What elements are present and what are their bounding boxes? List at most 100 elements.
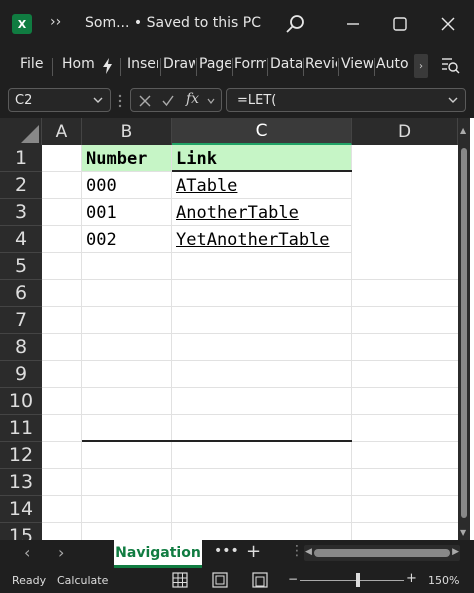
tab-separator	[374, 58, 375, 76]
cancel-icon[interactable]	[138, 94, 152, 108]
scroll-right-icon[interactable]: ▶	[452, 547, 459, 557]
tab-page-layout[interactable]: Page	[199, 56, 231, 72]
quick-access-more-icon[interactable]: ››	[50, 14, 61, 30]
maximize-icon[interactable]	[390, 14, 410, 34]
row-header[interactable]: 7	[0, 307, 42, 334]
formula-bar: C2 fx =LET(	[0, 86, 474, 116]
drag-handle-icon[interactable]	[116, 93, 124, 109]
vertical-scrollbar-thumb[interactable]	[461, 148, 467, 518]
select-all-triangle	[21, 125, 39, 143]
cell-c1[interactable]: Link	[172, 145, 352, 172]
tab-draw[interactable]: Draw	[163, 56, 195, 72]
cell-b3[interactable]: 001	[82, 199, 172, 226]
name-box-value: C2	[15, 93, 33, 108]
cell-a1[interactable]	[42, 145, 82, 172]
select-all-button[interactable]	[0, 118, 42, 145]
zoom-out-button[interactable]: −	[288, 572, 298, 586]
cell-b1[interactable]: Number	[82, 145, 172, 172]
prev-sheet-icon[interactable]: ‹	[24, 543, 30, 562]
more-sheets-icon[interactable]: •••	[214, 543, 239, 559]
cell-a4[interactable]	[42, 226, 82, 253]
table-bottom-border	[82, 440, 352, 442]
calculate-button[interactable]: Calculate	[57, 574, 108, 587]
cell-b2[interactable]: 000	[82, 172, 172, 199]
tab-formulas[interactable]: Form	[234, 56, 266, 72]
chevron-down-icon[interactable]	[92, 94, 104, 106]
row-header[interactable]: 4	[0, 226, 42, 253]
cell-a3[interactable]	[42, 199, 82, 226]
page-layout-view-icon[interactable]	[212, 572, 228, 588]
zoom-slider-thumb[interactable]	[356, 573, 360, 587]
row-header[interactable]: 9	[0, 361, 42, 388]
row-header[interactable]: 6	[0, 280, 42, 307]
cell-c2[interactable]: ATable	[172, 172, 352, 199]
sheet-tab-navigation[interactable]: Navigation	[114, 540, 202, 568]
column-header-d[interactable]: D	[352, 118, 458, 145]
ribbon-scroll-right-button[interactable]: ›	[414, 54, 428, 78]
page-break-view-icon[interactable]	[252, 572, 268, 588]
tab-separator	[52, 58, 53, 76]
tab-automate[interactable]: Auto	[376, 56, 408, 72]
cell-c3[interactable]: AnotherTable	[172, 199, 352, 226]
formula-text: =LET(	[237, 93, 277, 108]
cell-c4[interactable]: YetAnotherTable	[172, 226, 352, 253]
tab-view[interactable]: View	[341, 56, 373, 72]
zoom-level[interactable]: 150%	[428, 574, 459, 587]
empty-cells[interactable]	[42, 253, 458, 540]
tab-split-handle[interactable]: ⋮	[290, 543, 304, 559]
row-header[interactable]: 1	[0, 145, 42, 172]
formula-input[interactable]: =LET(	[226, 88, 466, 112]
column-header-a[interactable]: A	[42, 118, 82, 145]
search-list-icon[interactable]	[440, 55, 460, 75]
insert-function-button[interactable]: fx	[186, 91, 199, 107]
search-icon[interactable]	[284, 12, 308, 36]
scroll-up-icon[interactable]: ▲	[460, 126, 466, 135]
row-header[interactable]: 12	[0, 442, 42, 469]
tab-file[interactable]: File	[20, 56, 46, 72]
horizontal-scrollbar-thumb[interactable]	[314, 549, 450, 557]
tab-separator	[232, 58, 233, 76]
scroll-left-icon[interactable]: ◀	[305, 547, 312, 557]
zoom-in-button[interactable]: +	[406, 571, 417, 586]
tab-separator	[338, 58, 339, 76]
scroll-down-icon[interactable]: ▼	[460, 528, 466, 537]
grid-line	[351, 253, 352, 540]
row-header[interactable]: 3	[0, 199, 42, 226]
ribbon-tabs: File Hom Inser Draw Page Form Data Revie…	[0, 48, 474, 84]
row-header[interactable]: 15	[0, 523, 42, 540]
tab-review[interactable]: Revie	[305, 56, 337, 72]
next-sheet-icon[interactable]: ›	[58, 543, 64, 562]
tab-home[interactable]: Hom	[62, 56, 94, 72]
tab-insert[interactable]: Inser	[127, 56, 158, 72]
zoom-slider[interactable]	[300, 580, 404, 581]
expand-formula-icon[interactable]	[447, 94, 459, 106]
status-ready: Ready	[12, 574, 47, 587]
close-icon[interactable]	[438, 14, 458, 34]
lightning-icon[interactable]	[100, 57, 116, 75]
cell-b4[interactable]: 002	[82, 226, 172, 253]
row-header[interactable]: 11	[0, 415, 42, 442]
row-header[interactable]: 8	[0, 334, 42, 361]
normal-view-icon[interactable]	[172, 572, 188, 588]
name-box[interactable]: C2	[8, 88, 111, 112]
tab-data[interactable]: Data	[270, 56, 302, 72]
row-header[interactable]: 14	[0, 496, 42, 523]
row-header[interactable]: 13	[0, 469, 42, 496]
row-header[interactable]: 10	[0, 388, 42, 415]
vertical-scrollbar[interactable]: ▲ ▼	[458, 118, 470, 540]
column-header-b[interactable]: B	[82, 118, 172, 145]
cell-a2[interactable]	[42, 172, 82, 199]
tab-separator	[303, 58, 304, 76]
add-sheet-button[interactable]: +	[246, 541, 261, 562]
grid-line	[81, 253, 82, 540]
column-header-c[interactable]: C	[172, 118, 352, 145]
minimize-icon[interactable]	[343, 14, 363, 34]
row-header[interactable]: 5	[0, 253, 42, 280]
tab-separator	[120, 58, 121, 76]
tab-separator	[267, 58, 268, 76]
horizontal-scrollbar[interactable]: ◀ ▶	[304, 545, 460, 561]
worksheet-grid[interactable]: A B C D 1 2 3 4 5 6 7 8 9 10 11 12 13 14…	[0, 118, 474, 540]
chevron-down-icon[interactable]	[206, 96, 216, 106]
row-header[interactable]: 2	[0, 172, 42, 199]
check-icon[interactable]	[161, 94, 175, 108]
